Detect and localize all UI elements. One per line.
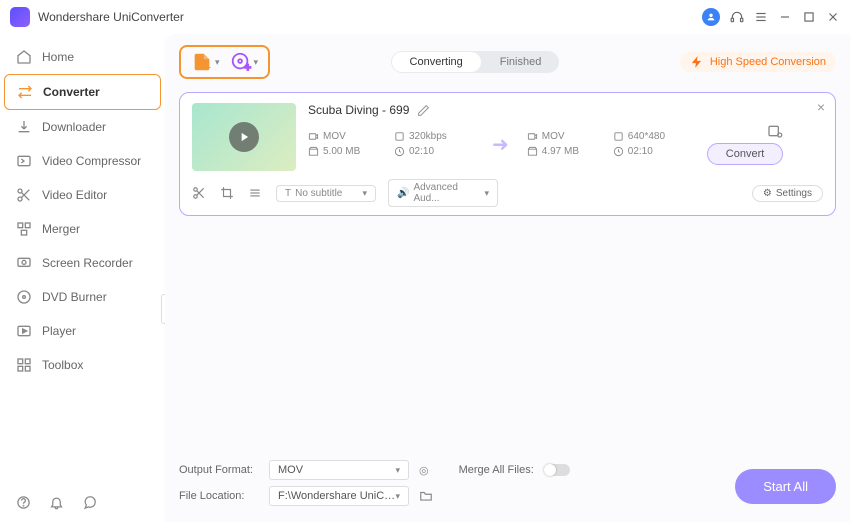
help-icon[interactable] bbox=[16, 495, 31, 510]
sidebar-item-label: Video Editor bbox=[42, 188, 107, 202]
speaker-icon: 🔊 bbox=[397, 188, 409, 199]
home-icon bbox=[16, 49, 32, 65]
dst-duration: 02:10 bbox=[613, 146, 693, 157]
gear-icon: ⚙ bbox=[763, 188, 772, 199]
app-title: Wondershare UniConverter bbox=[38, 10, 702, 24]
close-icon[interactable] bbox=[826, 10, 840, 24]
convert-button[interactable]: Convert bbox=[707, 143, 784, 165]
sidebar-item-compressor[interactable]: Video Compressor bbox=[4, 144, 161, 178]
file-location-label: File Location: bbox=[179, 490, 259, 502]
merge-toggle[interactable] bbox=[544, 464, 570, 476]
dst-size: 4.97 MB bbox=[527, 146, 607, 157]
src-format: MOV bbox=[308, 131, 388, 142]
sidebar: Home Converter Downloader Video Compress… bbox=[0, 34, 165, 522]
sidebar-item-label: DVD Burner bbox=[42, 290, 107, 304]
chevron-down-icon: ▾ bbox=[362, 188, 367, 199]
subtitle-icon: T bbox=[285, 188, 291, 199]
tab-converting[interactable]: Converting bbox=[392, 52, 481, 72]
download-icon bbox=[16, 119, 32, 135]
effects-icon[interactable] bbox=[248, 186, 264, 200]
sidebar-item-label: Converter bbox=[43, 85, 100, 99]
headset-icon[interactable] bbox=[730, 10, 744, 24]
output-settings-icon[interactable] bbox=[767, 123, 783, 139]
file-card: × Scuba Diving - 699 MOV 320kbps 5.00 MB… bbox=[179, 92, 836, 216]
sidebar-item-converter[interactable]: Converter bbox=[4, 74, 161, 110]
sidebar-item-label: Downloader bbox=[42, 120, 106, 134]
sidebar-item-dvd[interactable]: DVD Burner bbox=[4, 280, 161, 314]
high-speed-label: High Speed Conversion bbox=[710, 56, 826, 68]
play-icon bbox=[16, 323, 32, 339]
status-tabs: Converting Finished bbox=[391, 51, 560, 73]
scissors-icon bbox=[16, 187, 32, 203]
feedback-icon[interactable] bbox=[82, 495, 97, 510]
audio-select[interactable]: 🔊Advanced Aud...▾ bbox=[388, 179, 498, 207]
file-location-select[interactable]: F:\Wondershare UniConverter▾ bbox=[269, 486, 409, 506]
play-icon bbox=[229, 122, 259, 152]
merge-icon bbox=[16, 221, 32, 237]
minimize-icon[interactable] bbox=[778, 10, 792, 24]
chevron-down-icon: ▾ bbox=[395, 465, 400, 476]
svg-text:+: + bbox=[205, 62, 211, 73]
folder-icon[interactable] bbox=[419, 489, 433, 503]
sidebar-item-home[interactable]: Home bbox=[4, 40, 161, 74]
app-logo bbox=[10, 7, 30, 27]
grid-icon bbox=[16, 357, 32, 373]
dst-format: MOV bbox=[527, 131, 607, 142]
chevron-down-icon: ▾ bbox=[395, 491, 400, 502]
converter-icon bbox=[17, 84, 33, 100]
sidebar-item-label: Screen Recorder bbox=[42, 256, 133, 270]
sidebar-item-recorder[interactable]: Screen Recorder bbox=[4, 246, 161, 280]
svg-text:+: + bbox=[244, 62, 250, 73]
add-file-button[interactable]: +▾ bbox=[191, 51, 220, 73]
output-format-select[interactable]: MOV▾ bbox=[269, 460, 409, 480]
start-all-button[interactable]: Start All bbox=[735, 469, 836, 504]
compress-icon bbox=[16, 153, 32, 169]
sidebar-item-label: Toolbox bbox=[42, 358, 83, 372]
sidebar-item-label: Home bbox=[42, 50, 74, 64]
add-dvd-button[interactable]: +▾ bbox=[230, 51, 259, 73]
dst-resolution: 640*480 bbox=[613, 131, 693, 142]
file-title: Scuba Diving - 699 bbox=[308, 103, 409, 117]
remove-file-icon[interactable]: × bbox=[817, 99, 825, 115]
src-duration: 02:10 bbox=[394, 146, 474, 157]
src-size: 5.00 MB bbox=[308, 146, 388, 157]
target-icon[interactable]: ◎ bbox=[419, 464, 429, 477]
sidebar-item-downloader[interactable]: Downloader bbox=[4, 110, 161, 144]
sidebar-item-player[interactable]: Player bbox=[4, 314, 161, 348]
chevron-down-icon: ▾ bbox=[215, 57, 220, 68]
crop-icon[interactable] bbox=[220, 186, 236, 200]
merge-label: Merge All Files: bbox=[459, 464, 534, 476]
disc-icon bbox=[16, 289, 32, 305]
menu-icon[interactable] bbox=[754, 10, 768, 24]
settings-button[interactable]: ⚙Settings bbox=[752, 185, 823, 202]
record-icon bbox=[16, 255, 32, 271]
bell-icon[interactable] bbox=[49, 495, 64, 510]
chevron-down-icon: ▾ bbox=[254, 57, 259, 68]
sidebar-item-editor[interactable]: Video Editor bbox=[4, 178, 161, 212]
arrow-right-icon: ➜ bbox=[492, 132, 509, 157]
high-speed-button[interactable]: High Speed Conversion bbox=[680, 52, 836, 72]
edit-title-icon[interactable] bbox=[417, 104, 430, 117]
sidebar-item-label: Player bbox=[42, 324, 76, 338]
add-controls: +▾ +▾ bbox=[179, 45, 270, 79]
maximize-icon[interactable] bbox=[802, 10, 816, 24]
output-format-label: Output Format: bbox=[179, 464, 259, 476]
sidebar-item-toolbox[interactable]: Toolbox bbox=[4, 348, 161, 382]
tab-finished[interactable]: Finished bbox=[482, 51, 560, 73]
video-thumbnail[interactable] bbox=[192, 103, 296, 171]
sidebar-item-label: Merger bbox=[42, 222, 80, 236]
trim-icon[interactable] bbox=[192, 186, 208, 200]
sidebar-item-label: Video Compressor bbox=[42, 154, 141, 168]
subtitle-select[interactable]: TNo subtitle▾ bbox=[276, 185, 376, 202]
src-bitrate: 320kbps bbox=[394, 131, 474, 142]
sidebar-item-merger[interactable]: Merger bbox=[4, 212, 161, 246]
user-avatar-icon[interactable] bbox=[702, 8, 720, 26]
chevron-down-icon: ▾ bbox=[484, 188, 489, 199]
